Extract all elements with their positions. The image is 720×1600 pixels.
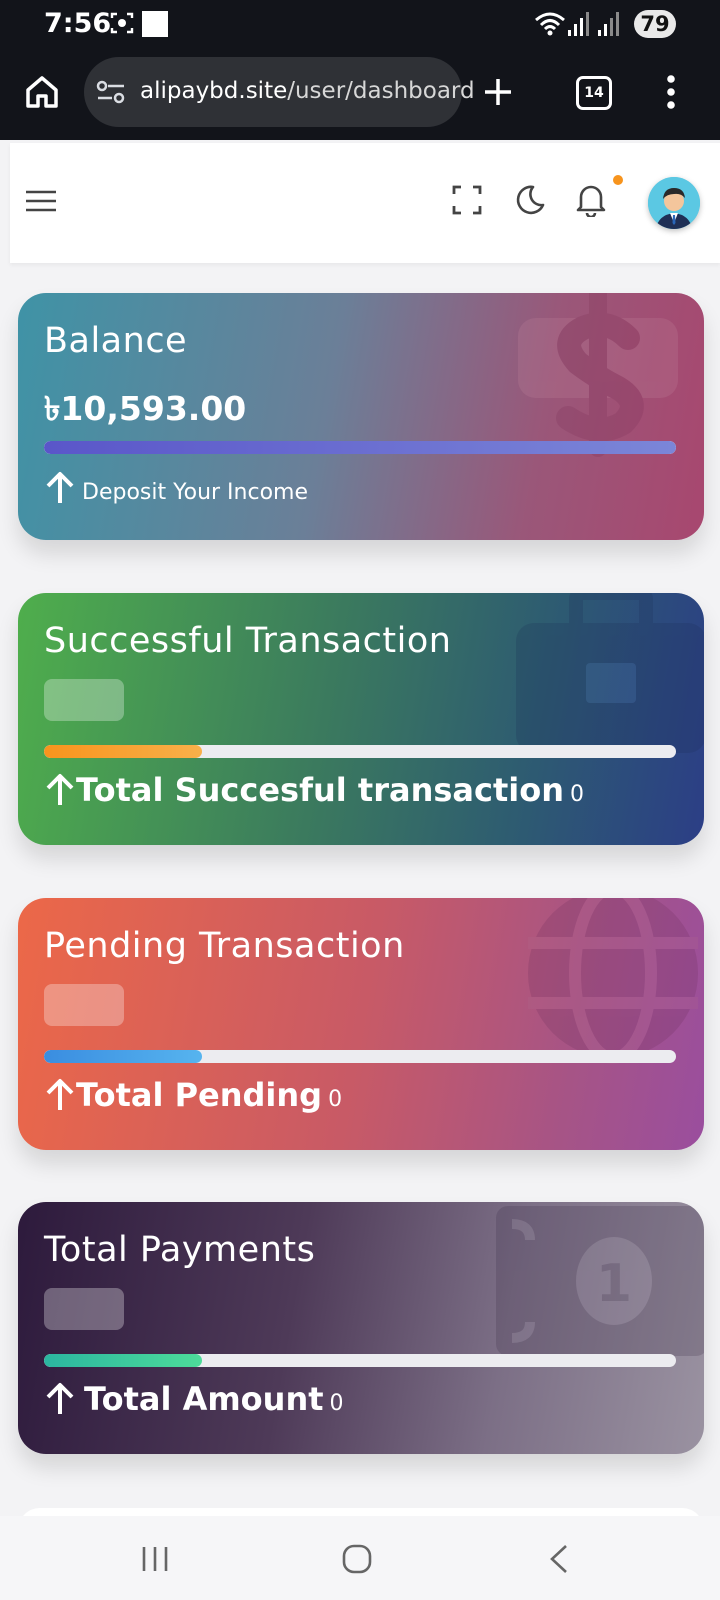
avatar-icon <box>648 177 700 229</box>
browser-toolbar: alipaybd.site/user/dashboard 14 <box>0 48 720 140</box>
deposit-income-label: Deposit Your Income <box>82 480 309 505</box>
payments-footer: Total Amount 0 <box>44 1376 344 1418</box>
successful-footer-value: 0 <box>569 782 584 807</box>
site-settings-icon[interactable] <box>96 80 126 104</box>
total-payments-card[interactable]: 1 Total Payments Total Amount 0 <box>18 1202 704 1454</box>
more-options-icon[interactable] <box>666 74 676 110</box>
status-time: 7:56 <box>44 8 112 39</box>
successful-footer: Total Succesful transaction 0 <box>44 767 584 809</box>
payments-title: Total Payments <box>44 1230 316 1270</box>
url-host: alipaybd.site <box>140 78 288 104</box>
system-navigation-bar <box>0 1516 720 1600</box>
payments-footer-value: 0 <box>329 1391 344 1416</box>
dollar-icon <box>518 293 678 457</box>
briefcase-icon <box>516 593 704 753</box>
payments-value-placeholder <box>44 1288 124 1330</box>
arrow-up-icon <box>46 472 74 503</box>
successful-title: Successful Transaction <box>44 621 452 661</box>
battery-indicator: 79 <box>634 10 676 38</box>
successful-transaction-card[interactable]: Successful Transaction Total Succesful t… <box>18 593 704 845</box>
recent-apps-icon[interactable] <box>140 1544 170 1574</box>
banknote-icon: 1 <box>496 1206 704 1356</box>
balance-footer: Deposit Your Income <box>44 465 308 505</box>
url-text[interactable]: alipaybd.site/user/dashboard <box>140 78 475 104</box>
tab-switcher-button[interactable]: 14 <box>576 76 612 110</box>
payments-footer-label: Total Amount <box>84 1380 324 1418</box>
pending-progress <box>44 1050 676 1063</box>
successful-value-placeholder <box>44 679 124 721</box>
home-nav-icon[interactable] <box>342 1544 372 1574</box>
notification-dot <box>613 175 623 185</box>
menu-icon[interactable] <box>26 189 56 213</box>
balance-progress <box>44 441 676 454</box>
signal-icon-2 <box>598 12 619 36</box>
pending-value-placeholder <box>44 984 124 1026</box>
balance-title: Balance <box>44 321 188 361</box>
pending-footer: Total Pending 0 <box>44 1072 342 1114</box>
new-tab-icon[interactable] <box>482 76 514 108</box>
balance-progress-fill <box>44 441 676 454</box>
svg-text:1: 1 <box>596 1254 632 1314</box>
url-bar[interactable]: alipaybd.site/user/dashboard <box>84 57 475 127</box>
pending-title: Pending Transaction <box>44 926 405 966</box>
avatar[interactable] <box>648 177 700 229</box>
url-path: /user/dashboard <box>287 78 475 104</box>
screenshot-icon <box>110 12 134 34</box>
payments-progress <box>44 1354 676 1367</box>
bell-icon[interactable] <box>575 181 607 217</box>
payments-progress-fill <box>44 1354 202 1367</box>
successful-progress-fill <box>44 745 202 758</box>
home-icon[interactable] <box>24 74 60 110</box>
back-icon[interactable] <box>548 1544 570 1574</box>
pending-transaction-card[interactable]: Pending Transaction Total Pending 0 <box>18 898 704 1150</box>
balance-card[interactable]: Balance ৳10,593.00 Deposit Your Income <box>18 293 704 540</box>
successful-progress <box>44 745 676 758</box>
fullscreen-icon[interactable] <box>452 185 482 215</box>
arrow-up-icon <box>46 774 74 805</box>
signal-icon <box>568 12 589 36</box>
successful-footer-label: Total Succesful transaction <box>76 771 564 809</box>
pending-footer-value: 0 <box>328 1087 343 1112</box>
notification-icon <box>142 11 168 37</box>
pending-footer-label: Total Pending <box>76 1076 323 1114</box>
app-header <box>10 143 720 263</box>
dark-mode-icon[interactable] <box>513 183 547 217</box>
status-bar: 7:56 79 <box>0 0 720 48</box>
arrow-up-icon <box>46 1079 74 1110</box>
arrow-up-icon <box>46 1383 74 1414</box>
wifi-icon <box>535 12 565 36</box>
balance-amount: ৳10,593.00 <box>44 389 247 428</box>
pending-progress-fill <box>44 1050 202 1063</box>
